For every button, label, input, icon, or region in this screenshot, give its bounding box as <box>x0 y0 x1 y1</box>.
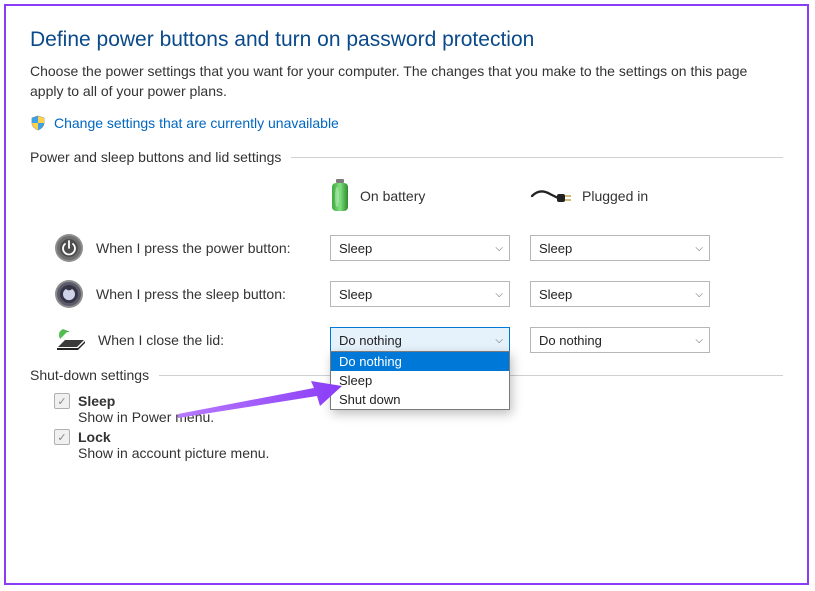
sleep-button-icon <box>54 279 84 309</box>
shutdown-lock-title: Lock <box>78 429 111 445</box>
select-value: Sleep <box>339 241 372 256</box>
close-lid-icon <box>54 325 86 355</box>
dropdown-option[interactable]: Shut down <box>331 390 509 409</box>
select-value: Sleep <box>339 287 372 302</box>
section-shutdown-label: Shut-down settings <box>30 367 149 383</box>
chevron-down-icon: ⌵ <box>695 289 703 300</box>
column-battery-label: On battery <box>360 188 425 204</box>
sleep-checkbox[interactable]: ✓ <box>54 393 70 409</box>
row-power-button-label: When I press the power button: <box>96 240 291 256</box>
section-rule <box>291 157 783 158</box>
section-power-sleep: Power and sleep buttons and lid settings <box>30 149 783 165</box>
chevron-down-icon: ⌵ <box>495 243 503 254</box>
shield-icon <box>30 115 46 131</box>
change-settings-link[interactable]: Change settings that are currently unava… <box>54 115 339 131</box>
select-value: Do nothing <box>539 333 602 348</box>
power-button-icon <box>54 233 84 263</box>
power-button-plugged-select[interactable]: Sleep ⌵ <box>530 235 710 261</box>
row-close-lid-label: When I close the lid: <box>98 332 224 348</box>
sleep-button-battery-select[interactable]: Sleep ⌵ <box>330 281 510 307</box>
chevron-down-icon: ⌵ <box>695 243 703 254</box>
shutdown-sleep-desc: Show in Power menu. <box>78 409 783 425</box>
row-sleep-button-label: When I press the sleep button: <box>96 286 286 302</box>
close-lid-dropdown-list[interactable]: Do nothingSleepShut down <box>330 351 510 410</box>
plug-icon <box>530 186 572 206</box>
chevron-down-icon: ⌵ <box>495 289 503 300</box>
close-lid-plugged-select[interactable]: Do nothing ⌵ <box>530 327 710 353</box>
select-value: Sleep <box>539 241 572 256</box>
dropdown-option[interactable]: Sleep <box>331 371 509 390</box>
sleep-button-plugged-select[interactable]: Sleep ⌵ <box>530 281 710 307</box>
chevron-down-icon: ⌵ <box>695 335 703 346</box>
chevron-down-icon: ⌵ <box>495 335 503 346</box>
shutdown-sleep-title: Sleep <box>78 393 115 409</box>
dropdown-option[interactable]: Do nothing <box>331 352 509 371</box>
section-power-sleep-label: Power and sleep buttons and lid settings <box>30 149 281 165</box>
battery-icon <box>330 179 350 213</box>
power-button-battery-select[interactable]: Sleep ⌵ <box>330 235 510 261</box>
select-value: Sleep <box>539 287 572 302</box>
close-lid-battery-select[interactable]: Do nothing ⌵ <box>330 327 510 353</box>
select-value: Do nothing <box>339 333 402 348</box>
page-title: Define power buttons and turn on passwor… <box>30 28 783 52</box>
column-plugged-label: Plugged in <box>582 188 648 204</box>
shutdown-lock-desc: Show in account picture menu. <box>78 445 783 461</box>
page-description: Choose the power settings that you want … <box>30 62 750 101</box>
lock-checkbox[interactable]: ✓ <box>54 429 70 445</box>
